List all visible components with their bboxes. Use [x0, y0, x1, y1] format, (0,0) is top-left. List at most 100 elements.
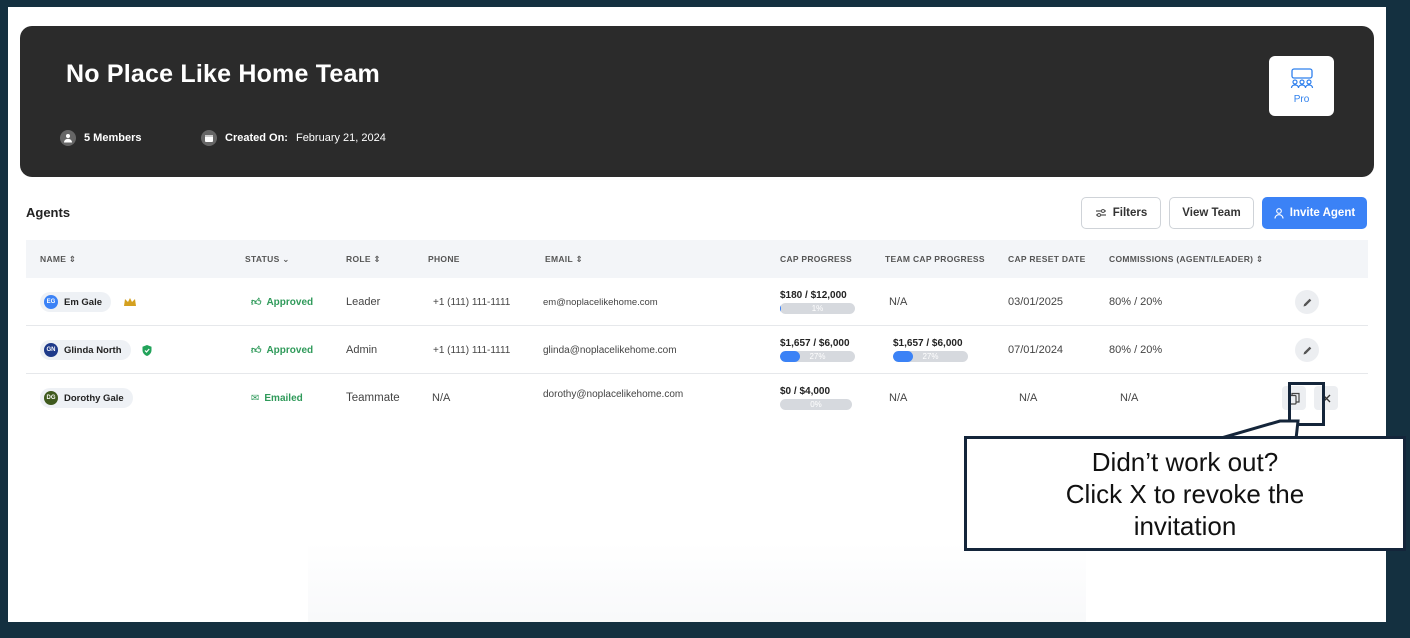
team-cap-progress-cell: $1,657 / $6,000 27%: [893, 326, 968, 374]
cap-progress-bar: 0%: [780, 399, 852, 410]
sort-icon: ⇕: [1255, 253, 1264, 264]
thumbs-up-icon: 👍︎: [251, 297, 262, 308]
edit-button[interactable]: [1295, 338, 1319, 362]
avatar: DG: [44, 391, 58, 405]
cap-progress-bar: 27%: [780, 351, 855, 362]
actions-cell: [1295, 278, 1319, 326]
created-label: Created On:: [225, 132, 288, 144]
agent-name: Em Gale: [64, 296, 103, 308]
cap-progress-cell: $180 / $12,000 1%: [780, 278, 855, 326]
cap-progress-text: $180 / $12,000: [780, 290, 847, 301]
name-cell[interactable]: GN Glinda North: [40, 326, 153, 374]
actions-cell: [1295, 326, 1319, 374]
created-on: Created On: February 21, 2024: [201, 130, 386, 146]
col-cap-reset-date: CAP RESET DATE: [1008, 254, 1086, 264]
commissions-cell: 80% / 20%: [1109, 296, 1163, 308]
reset-date-cell: 03/01/2025: [1008, 296, 1064, 308]
agent-name: Dorothy Gale: [64, 392, 124, 404]
callout-line-1: Didn’t work out?: [1091, 446, 1279, 477]
agents-table-header: NAME ⇕ STATUS ⌄ ROLE ⇕ PHONE EMAIL ⇕ CAP…: [26, 240, 1368, 278]
table-row: DG Dorothy Gale ✉ Emailed Teammate N/A do…: [26, 374, 1368, 422]
team-cap-progress-text: $1,657 / $6,000: [893, 338, 963, 349]
callout-line-3: invitation: [1133, 510, 1237, 541]
shield-icon: [142, 344, 152, 356]
edit-button[interactable]: [1295, 290, 1319, 314]
col-phone: PHONE: [428, 254, 460, 264]
phone-cell: +1 (111) 111-1111: [433, 344, 511, 356]
reset-date-cell: 07/01/2024: [1008, 344, 1064, 356]
cap-progress-text: $1,657 / $6,000: [780, 338, 850, 349]
callout-line-2: Click X to revoke the: [1065, 478, 1305, 509]
view-team-button[interactable]: View Team: [1169, 197, 1254, 229]
status-cell: 👍︎ Approved: [251, 278, 313, 326]
status-cell: 👍︎ Approved: [251, 326, 313, 374]
col-name[interactable]: NAME ⇕: [40, 240, 76, 278]
col-role[interactable]: ROLE ⇕: [346, 240, 381, 278]
envelope-open-icon: ✉: [251, 392, 260, 404]
col-cap-progress: CAP PROGRESS: [780, 254, 852, 264]
invite-agent-label: Invite Agent: [1289, 207, 1356, 219]
team-name: No Place Like Home Team: [66, 60, 380, 88]
table-row: EG Em Gale 👍︎ Approved Leader +1 (111) 11…: [26, 278, 1368, 326]
email-cell: glinda@noplacelikehome.com: [543, 344, 677, 356]
sort-icon: ⇕: [575, 253, 584, 264]
status-cell: ✉ Emailed: [251, 374, 303, 422]
sliders-icon: [1095, 209, 1106, 217]
agent-name-pill[interactable]: DG Dorothy Gale: [40, 388, 133, 408]
team-cap-progress-bar: 27%: [893, 351, 968, 362]
team-cap-cell: N/A: [889, 392, 908, 404]
status-text: Emailed: [264, 392, 303, 404]
status-text: Approved: [266, 296, 314, 308]
avatar: GN: [44, 343, 58, 357]
sort-desc-icon: ⌄: [282, 253, 290, 264]
table-row: GN Glinda North 👍︎ Approved Admin +1 (111…: [26, 326, 1368, 374]
agents-section-title: Agents: [26, 205, 71, 220]
view-team-label: View Team: [1182, 207, 1241, 219]
role-cell: Admin: [346, 344, 378, 356]
team-plan-icon: [1290, 67, 1313, 88]
tutorial-callout: Didn’t work out? Click X to revoke the i…: [964, 436, 1406, 551]
status-text: Approved: [266, 344, 314, 356]
person-icon: [60, 130, 76, 146]
role-cell: Leader: [346, 296, 381, 308]
col-commissions[interactable]: COMMISSIONS (AGENT/LEADER) ⇕: [1109, 240, 1263, 278]
agent-name-pill[interactable]: GN Glinda North: [40, 340, 131, 360]
pencil-icon: [1303, 346, 1311, 354]
plan-badge[interactable]: Pro: [1269, 56, 1334, 116]
phone-cell: N/A: [432, 392, 451, 404]
commissions-cell: 80% / 20%: [1109, 344, 1163, 356]
role-cell: Teammate: [346, 392, 400, 404]
calendar-icon: [201, 130, 217, 146]
email-cell: em@noplacelikehome.com: [543, 296, 658, 308]
filters-button[interactable]: Filters: [1081, 197, 1161, 229]
cap-progress-cell: $1,657 / $6,000 27%: [780, 326, 855, 374]
plan-label: Pro: [1293, 93, 1310, 105]
email-cell: dorothy@noplacelikehome.com: [543, 388, 684, 400]
avatar: EG: [44, 295, 58, 309]
cap-progress-bar: 1%: [780, 303, 855, 314]
member-count: 5 Members: [60, 130, 141, 146]
phone-cell: +1 (111) 111-1111: [433, 296, 511, 308]
person-icon: [1274, 207, 1284, 219]
name-cell[interactable]: EG Em Gale: [40, 278, 137, 326]
commissions-cell: N/A: [1120, 392, 1139, 404]
name-cell[interactable]: DG Dorothy Gale: [40, 374, 133, 422]
col-email[interactable]: EMAIL ⇕: [545, 240, 583, 278]
cap-progress-cell: $0 / $4,000 0%: [780, 374, 852, 422]
team-header-card: No Place Like Home Team 5 Members Create…: [20, 26, 1374, 177]
pencil-icon: [1303, 298, 1311, 306]
agent-name: Glinda North: [64, 344, 122, 356]
agent-name-pill[interactable]: EG Em Gale: [40, 292, 112, 312]
invite-agent-button[interactable]: Invite Agent: [1262, 197, 1367, 229]
sort-icon: ⇕: [373, 253, 381, 264]
col-status[interactable]: STATUS ⌄: [245, 240, 290, 278]
bottom-fade: [308, 542, 1086, 622]
thumbs-up-icon: 👍︎: [251, 345, 262, 356]
crown-icon: [124, 297, 137, 306]
team-cap-cell: N/A: [889, 296, 908, 308]
filters-label: Filters: [1112, 207, 1148, 219]
member-count-text: 5 Members: [84, 132, 142, 144]
reset-date-cell: N/A: [1019, 392, 1038, 404]
created-date: February 21, 2024: [295, 132, 386, 144]
col-team-cap-progress: TEAM CAP PROGRESS: [885, 254, 985, 264]
